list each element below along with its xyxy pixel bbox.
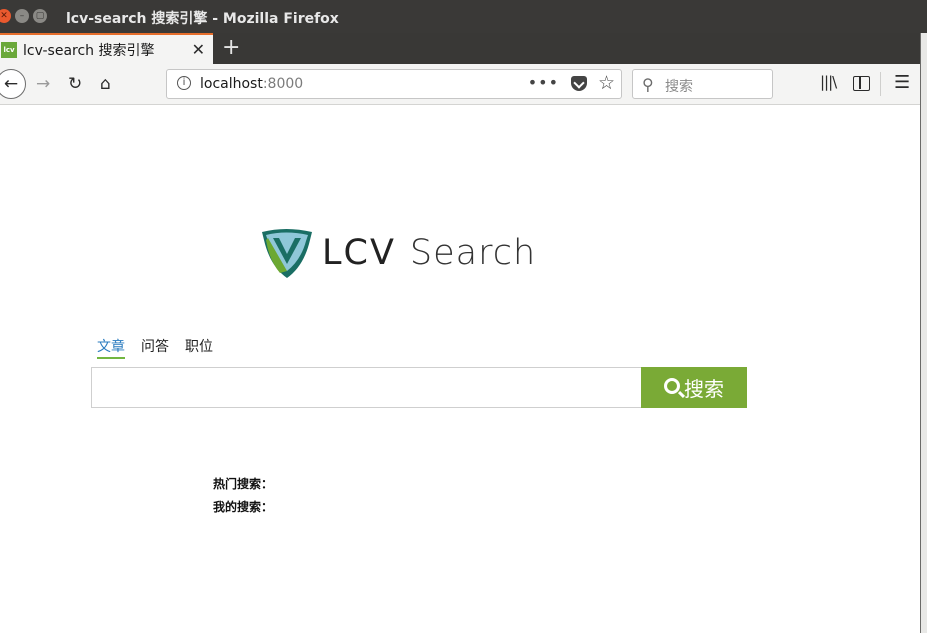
logo-product-text: Search bbox=[409, 233, 537, 273]
desktop-edge bbox=[920, 33, 927, 633]
back-button[interactable]: ← bbox=[0, 69, 26, 99]
url-host: localhost bbox=[200, 76, 263, 92]
page-actions-icon[interactable]: ••• bbox=[528, 73, 559, 92]
bookmark-star-icon[interactable]: ☆ bbox=[598, 72, 615, 94]
browser-search-box[interactable]: ⚲ 搜索 bbox=[632, 69, 773, 99]
navigation-toolbar: ← → ↻ ⌂ i localhost:8000 ••• ☆ ⚲ 搜索 |||\… bbox=[0, 64, 920, 105]
arrow-left-icon: ← bbox=[3, 74, 19, 94]
hot-searches-label: 热门搜索： bbox=[213, 477, 274, 491]
window-maximize-button[interactable]: ▢ bbox=[33, 9, 47, 23]
tab-close-icon[interactable]: ✕ bbox=[192, 40, 205, 59]
tab-articles[interactable]: 文章 bbox=[97, 336, 125, 359]
window-title: lcv-search 搜索引擎 - Mozilla Firefox bbox=[66, 11, 339, 27]
sidebar-toggle-icon[interactable] bbox=[853, 76, 870, 91]
tab-title: lcv-search 搜索引擎 bbox=[23, 42, 155, 59]
site-favicon-icon: lcv bbox=[1, 41, 17, 58]
search-button-label: 搜索 bbox=[684, 377, 724, 401]
shield-logo-icon bbox=[262, 229, 312, 278]
lcv-search-logo[interactable]: LCV Search bbox=[260, 226, 536, 280]
search-input[interactable] bbox=[91, 367, 642, 408]
search-icon: ⚲ bbox=[642, 75, 654, 94]
reload-icon: ↻ bbox=[68, 74, 83, 94]
search-button[interactable]: 搜索 bbox=[641, 367, 747, 408]
window-controls: ✕ – ▢ bbox=[0, 9, 47, 23]
url-port: :8000 bbox=[262, 76, 304, 92]
search-icon bbox=[664, 378, 680, 394]
toolbar-separator bbox=[880, 72, 881, 96]
home-icon: ⌂ bbox=[100, 74, 111, 94]
reload-button[interactable]: ↻ bbox=[68, 73, 82, 95]
my-searches-label: 我的搜索： bbox=[213, 500, 274, 514]
arrow-right-icon: → bbox=[36, 74, 51, 94]
tab-strip: lcv lcv-search 搜索引擎 ✕ + bbox=[0, 33, 920, 64]
url-bar[interactable]: i localhost:8000 ••• ☆ bbox=[166, 69, 622, 99]
search-placeholder: 搜索 bbox=[665, 79, 693, 95]
pocket-icon[interactable] bbox=[571, 76, 587, 91]
logo-brand-text: LCV bbox=[322, 233, 396, 273]
search-category-tabs: 文章 问答 职位 bbox=[97, 336, 213, 359]
library-icon[interactable]: |||\ bbox=[820, 73, 837, 91]
hamburger-menu-icon[interactable]: ☰ bbox=[894, 72, 910, 93]
site-info-icon[interactable]: i bbox=[177, 76, 191, 90]
new-tab-button[interactable]: + bbox=[222, 35, 240, 61]
url-text[interactable]: localhost:8000 bbox=[200, 76, 303, 92]
page-content: LCV Search 文章 问答 职位 搜索 热门搜索： 我的搜索： bbox=[0, 106, 920, 633]
home-button[interactable]: ⌂ bbox=[100, 73, 111, 95]
window-titlebar: ✕ – ▢ lcv-search 搜索引擎 - Mozilla Firefox bbox=[0, 0, 927, 33]
tab-qa[interactable]: 问答 bbox=[141, 336, 169, 359]
window-close-button[interactable]: ✕ bbox=[0, 9, 11, 23]
forward-button[interactable]: → bbox=[36, 73, 50, 95]
window-minimize-button[interactable]: – bbox=[15, 9, 29, 23]
tab-jobs[interactable]: 职位 bbox=[185, 336, 213, 359]
browser-tab[interactable]: lcv lcv-search 搜索引擎 ✕ bbox=[0, 33, 213, 64]
